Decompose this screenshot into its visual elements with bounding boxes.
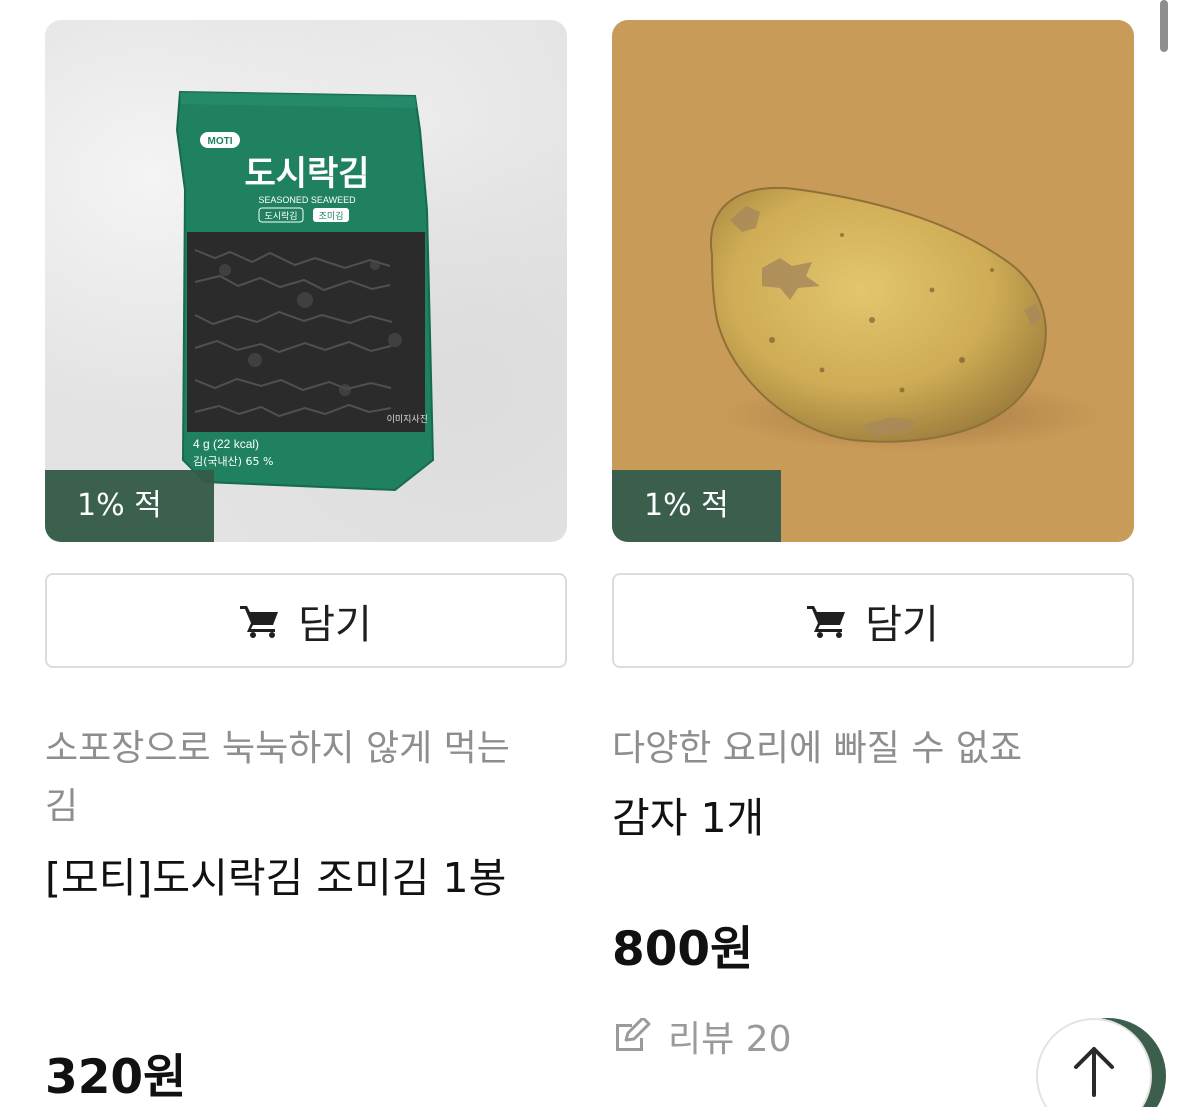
product-subtitle: 소포장으로 눅눅하지 않게 먹는 김 — [45, 728, 510, 827]
cart-button-label: 담기 — [298, 601, 372, 648]
product-image-seaweed[interactable]: MOTI 도시락김 SEASONED SEAWEED 도시락김 조미김 이미지사… — [45, 20, 567, 542]
cart-button-label: 담기 — [865, 601, 939, 648]
package-tag-2: 조미김 — [319, 210, 344, 222]
add-to-cart-button[interactable]: 담기 — [612, 573, 1134, 668]
seaweed-package-illustration: MOTI 도시락김 SEASONED SEAWEED 도시락김 조미김 이미지사… — [175, 90, 435, 492]
product-card-potato[interactable]: 1% 적립 담기 다양한 요리에 빠질 수 없죠 감자 1개 800원 리뷰 2… — [612, 20, 1134, 1060]
package-nutrition: 4 g (22 kcal) — [193, 437, 259, 451]
arrow-up-icon — [1074, 1047, 1114, 1097]
add-to-cart-button[interactable]: 담기 — [45, 573, 567, 668]
package-name: 도시락김 — [244, 154, 369, 194]
reward-badge: 1% 적립 — [45, 470, 214, 542]
scrollbar[interactable] — [1160, 0, 1168, 52]
package-tag-1: 도시락김 — [264, 210, 297, 222]
product-price: 800원 — [612, 922, 754, 977]
potato-illustration — [709, 186, 1102, 451]
scroll-to-top-button[interactable] — [1036, 1018, 1152, 1107]
product-title[interactable]: [모티]도시락김 조미김 1봉 — [45, 846, 525, 910]
product-subtitle: 다양한 요리에 빠질 수 없죠 — [612, 728, 1023, 769]
product-title[interactable]: 감자 1개 — [612, 786, 1092, 850]
reward-badge: 1% 적립 — [612, 470, 781, 542]
review-count: 리뷰 20 — [668, 1019, 792, 1060]
package-english: SEASONED SEAWEED — [258, 195, 356, 205]
cart-icon — [240, 605, 279, 638]
product-price: 320원 — [45, 1050, 187, 1105]
review-link[interactable]: 리뷰 20 — [612, 1010, 792, 1062]
package-origin: 김(국내산) 65 % — [193, 455, 274, 468]
product-image-potato[interactable]: 1% 적립 — [612, 20, 1134, 542]
package-brand: MOTI — [208, 136, 233, 147]
cart-icon — [807, 605, 846, 638]
pencil-square-icon — [616, 1018, 651, 1051]
product-card-seaweed[interactable]: MOTI 도시락김 SEASONED SEAWEED 도시락김 조미김 이미지사… — [45, 20, 567, 1105]
product-list-page: MOTI 도시락김 SEASONED SEAWEED 도시락김 조미김 이미지사… — [0, 0, 1179, 1107]
package-note: 이미지사진 — [387, 414, 428, 425]
